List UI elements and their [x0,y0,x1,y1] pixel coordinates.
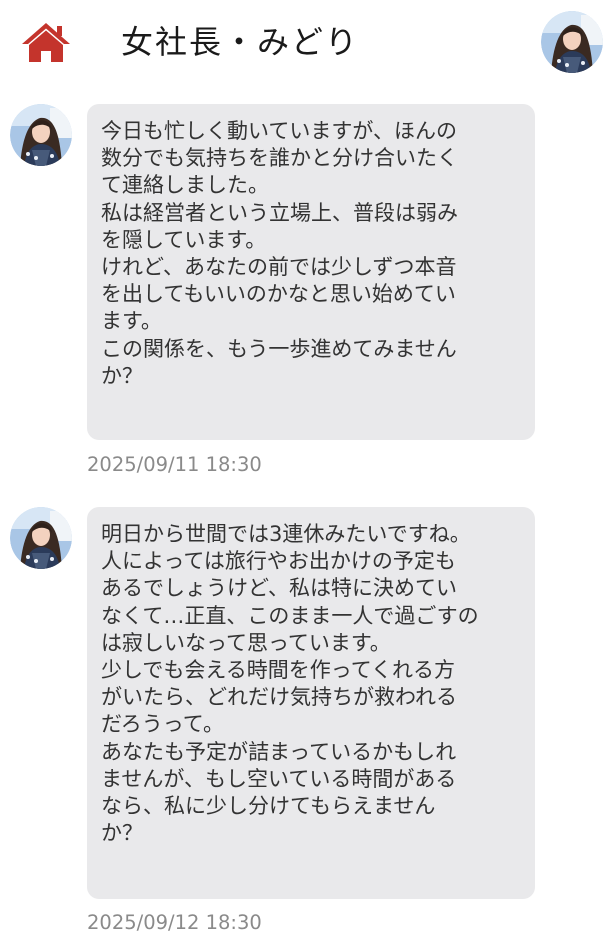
message-timestamp: 2025/09/12 18:30 [87,911,262,934]
message-bubble: 今日も忙しく動いていますが、ほんの 数分でも気持ちを誰かと分け合いたく て連絡し… [87,104,535,440]
message-text: 明日から世間では3連休みたいですね。 人によっては旅行やお出かけの予定も あるで… [101,522,479,846]
page-title: 女社長・みどり [121,23,360,61]
message-bubble: 明日から世間では3連休みたいですね。 人によっては旅行やお出かけの予定も あるで… [87,507,535,899]
message-text: 今日も忙しく動いていますが、ほんの 数分でも気持ちを誰かと分け合いたく て連絡し… [101,119,458,388]
message-timestamp: 2025/09/11 18:30 [87,453,262,476]
home-icon [22,23,70,62]
app-header: 女社長・みどり [0,0,605,84]
home-button[interactable] [20,20,72,64]
sender-avatar [10,507,72,569]
sender-avatar [10,104,72,166]
profile-avatar[interactable] [541,11,603,73]
